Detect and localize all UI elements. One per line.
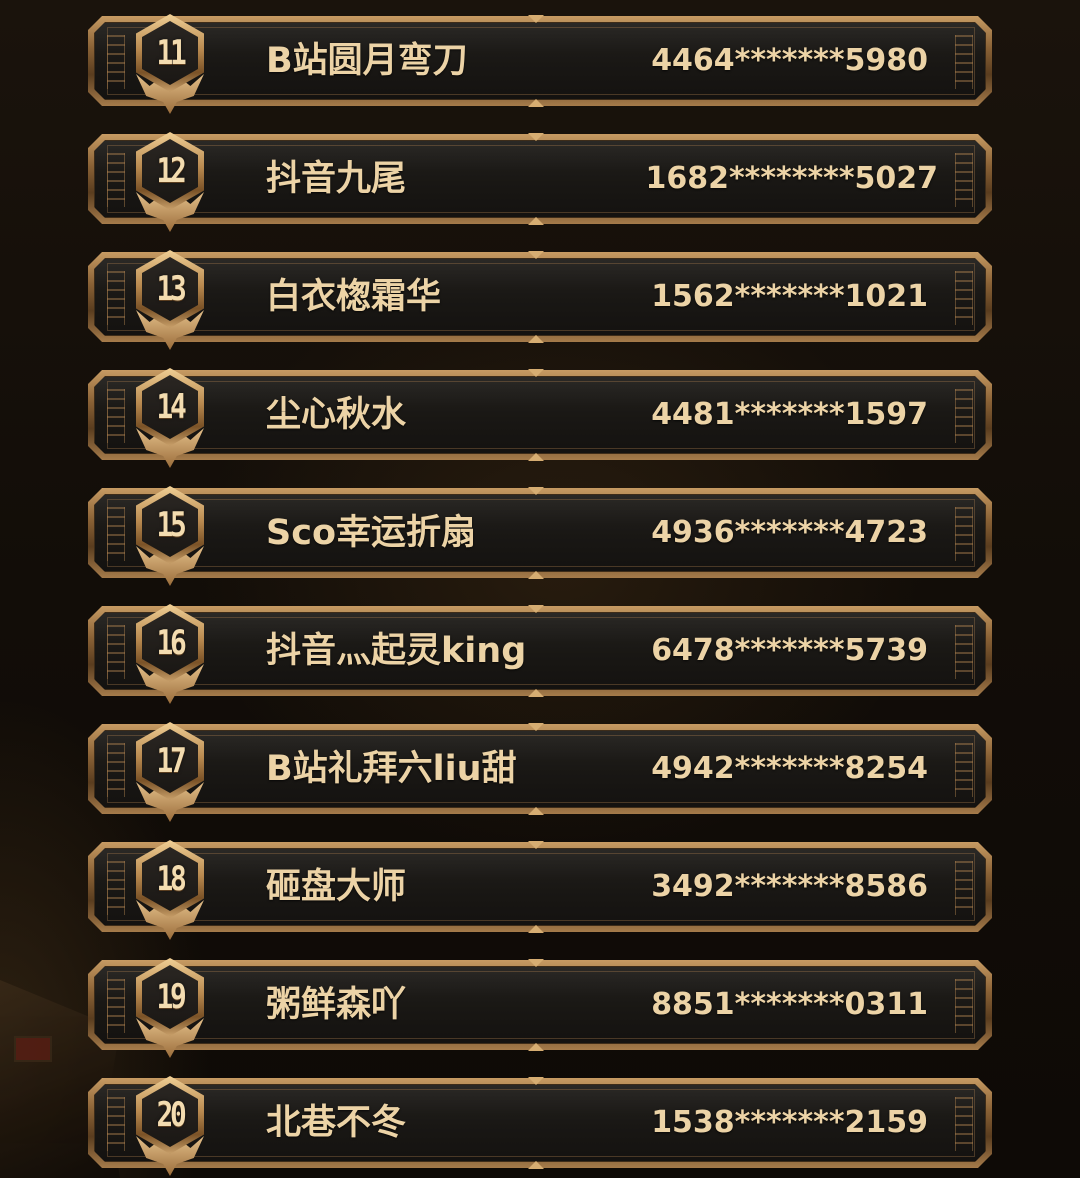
player-name: 北巷不冬 <box>266 1103 407 1143</box>
leaderboard-row: 19 粥鲜森吖 8851*******0311 <box>88 958 992 1058</box>
rune-ornament-icon <box>107 861 125 915</box>
rune-ornament-icon <box>107 625 125 679</box>
rank-badge-icon: 15 <box>130 484 210 588</box>
masked-account-id: 8851*******0311 <box>651 987 928 1022</box>
rune-ornament-icon <box>955 389 973 443</box>
rank-number: 20 <box>156 1095 186 1135</box>
rank-badge-icon: 17 <box>130 720 210 824</box>
masked-account-id: 1538*******2159 <box>651 1105 928 1140</box>
masked-account-id: 4936*******4723 <box>651 515 928 550</box>
player-name: B站圆月弯刀 <box>266 41 468 81</box>
masked-account-id: 3492*******8586 <box>651 869 928 904</box>
rune-ornament-icon <box>107 743 125 797</box>
rune-ornament-icon <box>955 153 973 207</box>
player-name: 抖音灬起灵king <box>266 631 527 671</box>
rune-ornament-icon <box>107 979 125 1033</box>
rank-number: 14 <box>156 387 186 427</box>
player-name: 白衣楤霜华 <box>266 277 442 317</box>
player-name: B站礼拜六liu甜 <box>266 749 517 789</box>
rank-badge-icon: 18 <box>130 838 210 942</box>
rune-ornament-icon <box>955 507 973 561</box>
leaderboard-row: 14 尘心秋水 4481*******1597 <box>88 368 992 468</box>
player-name: Sco幸运折扇 <box>266 513 477 553</box>
masked-account-id: 1682********5027 <box>645 161 939 196</box>
rank-badge-icon: 11 <box>130 12 210 116</box>
rune-ornament-icon <box>107 35 125 89</box>
rune-ornament-icon <box>107 1097 125 1151</box>
masked-account-id: 4481*******1597 <box>651 397 928 432</box>
rune-ornament-icon <box>955 271 973 325</box>
leaderboard-row: 13 白衣楤霜华 1562*******1021 <box>88 250 992 350</box>
rank-number: 13 <box>156 269 186 309</box>
leaderboard-row: 18 砸盘大师 3492*******8586 <box>88 840 992 940</box>
rank-badge-icon: 14 <box>130 366 210 470</box>
rune-ornament-icon <box>955 1097 973 1151</box>
rune-ornament-icon <box>955 35 973 89</box>
rank-badge-icon: 16 <box>130 602 210 706</box>
rank-number: 17 <box>156 741 186 781</box>
masked-account-id: 4942*******8254 <box>651 751 928 786</box>
player-name: 砸盘大师 <box>266 867 407 907</box>
rune-ornament-icon <box>107 271 125 325</box>
leaderboard-row: 11 B站圆月弯刀 4464*******5980 <box>88 14 992 114</box>
rank-number: 18 <box>156 859 186 899</box>
rune-ornament-icon <box>107 389 125 443</box>
rank-number: 12 <box>156 151 186 191</box>
rank-number: 11 <box>156 33 186 73</box>
leaderboard-row: 12 抖音九尾 1682********5027 <box>88 132 992 232</box>
leaderboard-row: 15 Sco幸运折扇 4936*******4723 <box>88 486 992 586</box>
rank-number: 15 <box>156 505 186 545</box>
rune-ornament-icon <box>955 979 973 1033</box>
masked-account-id: 1562*******1021 <box>651 279 928 314</box>
masked-account-id: 4464*******5980 <box>651 43 928 78</box>
rank-badge-icon: 12 <box>130 130 210 234</box>
rune-ornament-icon <box>955 861 973 915</box>
leaderboard-row: 17 B站礼拜六liu甜 4942*******8254 <box>88 722 992 822</box>
player-name: 尘心秋水 <box>266 395 407 435</box>
rune-ornament-icon <box>955 625 973 679</box>
rune-ornament-icon <box>955 743 973 797</box>
leaderboard-row: 20 北巷不冬 1538*******2159 <box>88 1076 992 1176</box>
rank-badge-icon: 20 <box>130 1074 210 1178</box>
rank-badge-icon: 13 <box>130 248 210 352</box>
masked-account-id: 6478*******5739 <box>651 633 928 668</box>
leaderboard-list: 11 B站圆月弯刀 4464*******5980 12 抖音九尾 1682**… <box>0 0 1080 1178</box>
rank-number: 19 <box>156 977 186 1017</box>
player-name: 粥鲜森吖 <box>266 985 407 1025</box>
rank-badge-icon: 19 <box>130 956 210 1060</box>
rune-ornament-icon <box>107 153 125 207</box>
player-name: 抖音九尾 <box>266 159 407 199</box>
rank-number: 16 <box>156 623 186 663</box>
leaderboard-row: 16 抖音灬起灵king 6478*******5739 <box>88 604 992 704</box>
rune-ornament-icon <box>107 507 125 561</box>
